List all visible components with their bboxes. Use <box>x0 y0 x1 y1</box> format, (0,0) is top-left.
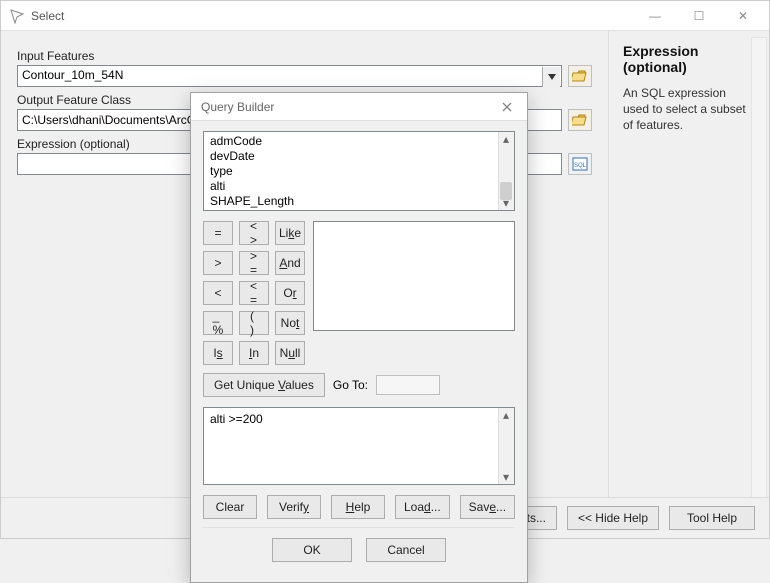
op-less-equal[interactable]: < = <box>239 281 269 305</box>
folder-open-icon <box>572 69 588 83</box>
query-builder-dialog: Query Builder admCode devDate type alti … <box>190 92 528 583</box>
help-scrollbar[interactable] <box>751 37 767 532</box>
load-button[interactable]: Load... <box>395 495 450 519</box>
goto-input[interactable] <box>376 375 440 395</box>
op-in[interactable]: In <box>239 341 269 365</box>
field-item[interactable]: admCode <box>208 134 510 149</box>
chevron-down-icon <box>548 74 556 80</box>
close-icon <box>502 102 512 112</box>
input-features-dropdown-button[interactable] <box>542 67 560 87</box>
op-null[interactable]: Null <box>275 341 305 365</box>
expression-scrollbar[interactable]: ▴ ▾ <box>498 408 514 484</box>
save-expr-button[interactable]: Save... <box>460 495 515 519</box>
sql-icon: SQL <box>572 157 588 171</box>
folder-open-icon <box>572 113 588 127</box>
op-equals[interactable]: = <box>203 221 233 245</box>
dialog-ok-button[interactable]: OK <box>272 538 352 562</box>
field-item[interactable]: type <box>208 164 510 179</box>
unique-values-list[interactable] <box>313 221 515 331</box>
dialog-body: admCode devDate type alti SHAPE_Length ▴… <box>191 121 527 582</box>
dialog-action-row: Clear Verify Help Load... Save... <box>203 495 515 519</box>
expression-textarea[interactable]: alti >=200 ▴ ▾ <box>203 407 515 485</box>
scroll-down-icon[interactable]: ▾ <box>498 470 514 484</box>
dialog-titlebar: Query Builder <box>191 93 527 121</box>
close-icon: ✕ <box>738 9 748 23</box>
op-is[interactable]: Is <box>203 341 233 365</box>
field-item[interactable]: devDate <box>208 149 510 164</box>
op-greater[interactable]: > <box>203 251 233 275</box>
fields-scrollbar[interactable]: ▴ ▾ <box>498 132 514 210</box>
help-pane: Expression (optional) An SQL expression … <box>609 31 769 538</box>
scroll-down-icon[interactable]: ▾ <box>498 196 514 210</box>
svg-text:SQL: SQL <box>574 163 587 169</box>
input-features-value: Contour_10m_54N <box>22 68 123 82</box>
maximize-icon: ☐ <box>694 9 705 23</box>
get-unique-values-button[interactable]: Get Unique Values <box>203 373 325 397</box>
op-like[interactable]: Like <box>275 221 305 245</box>
output-browse-button[interactable] <box>568 109 592 131</box>
maximize-button[interactable]: ☐ <box>677 2 721 30</box>
scroll-up-icon[interactable]: ▴ <box>498 408 514 422</box>
dialog-title: Query Builder <box>201 100 274 114</box>
input-features-label: Input Features <box>17 49 592 63</box>
expression-text: alti >=200 <box>210 412 263 426</box>
verify-button[interactable]: Verify <box>267 495 321 519</box>
close-button[interactable]: ✕ <box>721 2 765 30</box>
op-less[interactable]: < <box>203 281 233 305</box>
expression-builder-button[interactable]: SQL <box>568 153 592 175</box>
minimize-button[interactable]: — <box>633 2 677 30</box>
titlebar: Select — ☐ ✕ <box>1 1 769 31</box>
fields-list[interactable]: admCode devDate type alti SHAPE_Length ▴… <box>203 131 515 211</box>
op-greater-equal[interactable]: > = <box>239 251 269 275</box>
tool-icon <box>9 8 25 24</box>
hide-help-button[interactable]: << Hide Help <box>567 506 659 530</box>
window-title: Select <box>31 9 633 23</box>
op-paren[interactable]: ( ) <box>239 311 269 335</box>
op-or[interactable]: Or <box>275 281 305 305</box>
help-button[interactable]: Help <box>331 495 385 519</box>
op-not[interactable]: Not <box>275 311 305 335</box>
input-features-combo[interactable]: Contour_10m_54N <box>17 65 562 87</box>
operator-grid: = < > Like > > = And < < = Or _ % ( ) No… <box>203 221 305 365</box>
dialog-footer: OK Cancel <box>203 527 515 574</box>
minimize-icon: — <box>649 9 661 23</box>
help-title: Expression (optional) <box>623 43 755 75</box>
dialog-close-button[interactable] <box>493 95 521 119</box>
scroll-up-icon[interactable]: ▴ <box>498 132 514 146</box>
clear-button[interactable]: Clear <box>203 495 257 519</box>
dialog-cancel-button[interactable]: Cancel <box>366 538 446 562</box>
help-body: An SQL expression used to select a subse… <box>623 85 755 134</box>
op-not-equal[interactable]: < > <box>239 221 269 245</box>
input-features-browse-button[interactable] <box>568 65 592 87</box>
tool-help-button[interactable]: Tool Help <box>669 506 755 530</box>
op-and[interactable]: And <box>275 251 305 275</box>
field-item[interactable]: alti <box>208 179 510 194</box>
goto-label: Go To: <box>333 378 368 392</box>
field-item[interactable]: SHAPE_Length <box>208 194 510 209</box>
op-wildcard[interactable]: _ % <box>203 311 233 335</box>
